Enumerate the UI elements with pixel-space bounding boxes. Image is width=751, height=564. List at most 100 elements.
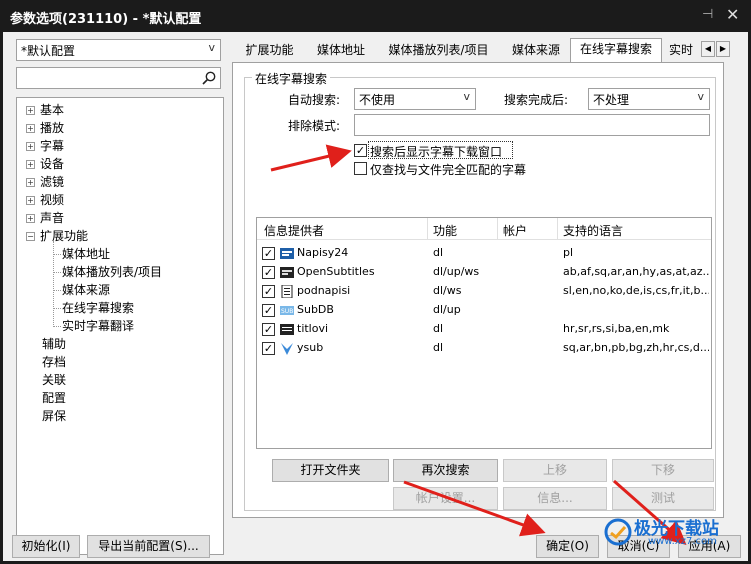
- open-folder-button[interactable]: 打开文件夹: [272, 459, 389, 482]
- auto-search-combo[interactable]: 不使用 v: [354, 88, 476, 110]
- cell-languages: ab,af,sq,ar,an,hy,as,at,az...: [563, 265, 709, 278]
- expand-icon[interactable]: +: [26, 142, 35, 151]
- cell-name: SubDB: [297, 303, 334, 316]
- tree-item[interactable]: + 视频: [26, 191, 64, 209]
- cell-languages: sq,ar,bn,pb,bg,zh,hr,cs,d...: [563, 341, 709, 354]
- tree-item[interactable]: 媒体播放列表/项目: [62, 263, 162, 281]
- tab-scroll-right-icon[interactable]: ▶: [716, 41, 730, 57]
- tab-2[interactable]: 媒体播放列表/项目: [375, 40, 502, 62]
- cell-function: dl: [433, 341, 444, 354]
- auto-search-label: 自动搜索:: [288, 93, 341, 107]
- column-separator: [427, 218, 428, 240]
- profile-combo[interactable]: *默认配置 v: [16, 39, 221, 61]
- column-separator: [557, 218, 558, 240]
- tree-item[interactable]: 存档: [26, 353, 66, 371]
- provider-checkbox[interactable]: ✓: [262, 304, 275, 317]
- tree-item[interactable]: − 扩展功能: [26, 227, 88, 245]
- expand-icon[interactable]: +: [26, 124, 35, 133]
- tree-item-label: 媒体地址: [62, 247, 111, 261]
- column-header-languages[interactable]: 支持的语言: [563, 222, 623, 239]
- tab-scroll-left-icon[interactable]: ◀: [701, 41, 715, 57]
- provider-list[interactable]: 信息提供者 功能 帐户 支持的语言 ✓ Napisy24 dl pl ✓ OpenSubt…: [256, 217, 712, 449]
- table-row[interactable]: ✓ Napisy24 dl pl: [257, 244, 711, 263]
- search-icon[interactable]: [202, 71, 216, 85]
- tab-strip: 实时 在线字幕搜索 媒体来源 媒体播放列表/项目 媒体地址 扩展功能 ◀ ▶: [232, 38, 743, 63]
- exclude-pattern-input[interactable]: [354, 114, 710, 136]
- expand-icon[interactable]: +: [26, 160, 35, 169]
- provider-checkbox[interactable]: ✓: [262, 342, 275, 355]
- pin-icon[interactable]: ⊣: [702, 7, 713, 22]
- tab-0[interactable]: 扩展功能: [232, 40, 307, 62]
- online-subtitle-search-pane: 在线字幕搜索 自动搜索: 不使用 v 搜索完成后: 不处理 v 排除模式: ✓ …: [232, 62, 724, 518]
- move-up-button[interactable]: 上移: [503, 459, 607, 482]
- tree-item[interactable]: 关联: [26, 371, 66, 389]
- tree-item[interactable]: 在线字幕搜索: [62, 299, 134, 317]
- watermark-logo-icon: [604, 518, 632, 546]
- tree-item[interactable]: + 播放: [26, 119, 64, 137]
- cell-languages: hr,sr,rs,si,ba,en,mk: [563, 322, 670, 335]
- tree-item-label: 屏保: [42, 409, 67, 423]
- test-button[interactable]: 测试: [612, 487, 714, 510]
- provider-checkbox[interactable]: ✓: [262, 266, 275, 279]
- expand-icon[interactable]: +: [26, 106, 35, 115]
- after-search-value: 不处理: [593, 93, 630, 107]
- provider-checkbox[interactable]: ✓: [262, 285, 275, 298]
- search-again-button[interactable]: 再次搜索: [393, 459, 498, 482]
- profile-combo-value: *默认配置: [21, 44, 76, 58]
- tree-item[interactable]: + 基本: [26, 101, 64, 119]
- info-button[interactable]: 信息...: [503, 487, 607, 510]
- table-row[interactable]: ✓ titlovi dl hr,sr,rs,si,ba,en,mk: [257, 320, 711, 339]
- title-bar: 参数选项(231110) - *默认配置 ⊣ ✕: [0, 0, 751, 32]
- ok-button[interactable]: 确定(O): [536, 535, 599, 558]
- dialog-body: *默认配置 v + 基本 + 播放 + 字幕 + 设备 + 滤镜 + 视频 + 声音 − 扩展功能 媒体地址 媒体…: [3, 32, 748, 561]
- tree-item[interactable]: 屏保: [26, 407, 66, 425]
- tree-item[interactable]: 配置: [26, 389, 66, 407]
- tree-item[interactable]: + 滤镜: [26, 173, 64, 191]
- account-settings-button[interactable]: 帐户设置...: [393, 487, 498, 510]
- tree-item[interactable]: + 字幕: [26, 137, 64, 155]
- tree-item[interactable]: 辅助: [26, 335, 66, 353]
- show-download-window-label[interactable]: 搜索后显示字幕下载窗口: [370, 143, 502, 160]
- provider-checkbox[interactable]: ✓: [262, 323, 275, 336]
- tab-1[interactable]: 媒体地址: [307, 40, 375, 62]
- table-row[interactable]: ✓ SUB SubDB dl/up: [257, 301, 711, 320]
- tree-item-label: 设备: [40, 157, 65, 171]
- after-search-combo[interactable]: 不处理 v: [588, 88, 710, 110]
- tree-item-label: 媒体来源: [62, 283, 111, 297]
- tree-item-label: 配置: [42, 391, 67, 405]
- export-config-button[interactable]: 导出当前配置(S)...: [87, 535, 210, 558]
- tree-item[interactable]: 实时字幕翻译: [62, 317, 134, 335]
- tab-3[interactable]: 媒体来源: [502, 40, 570, 62]
- table-row[interactable]: ✓ podnapisi dl/ws sl,en,no,ko,de,is,cs,fr,i…: [257, 282, 711, 301]
- tree-item-label: 基本: [40, 103, 65, 117]
- expand-icon[interactable]: +: [26, 214, 35, 223]
- tab-5[interactable]: 实时: [662, 40, 700, 62]
- cell-function: dl: [433, 322, 444, 335]
- chevron-down-icon: v: [697, 90, 704, 103]
- close-icon[interactable]: ✕: [726, 5, 739, 24]
- tab-4[interactable]: 在线字幕搜索: [570, 38, 662, 63]
- column-header-provider[interactable]: 信息提供者: [264, 222, 324, 239]
- column-header-function[interactable]: 功能: [433, 222, 457, 239]
- move-down-button[interactable]: 下移: [612, 459, 714, 482]
- initialize-button[interactable]: 初始化(I): [12, 535, 80, 558]
- exact-match-label[interactable]: 仅查找与文件完全匹配的字幕: [370, 161, 526, 178]
- settings-tree[interactable]: + 基本 + 播放 + 字幕 + 设备 + 滤镜 + 视频 + 声音 − 扩展功能 媒体地址 媒体播放列表/项目媒…: [16, 97, 224, 555]
- expand-icon[interactable]: +: [26, 178, 35, 187]
- collapse-icon[interactable]: −: [26, 232, 35, 241]
- tree-item[interactable]: + 设备: [26, 155, 64, 173]
- opensubtitles-icon: [280, 267, 294, 278]
- column-header-account[interactable]: 帐户: [503, 222, 527, 239]
- table-row[interactable]: ✓ ysub dl sq,ar,bn,pb,bg,zh,hr,cs,d...: [257, 339, 711, 358]
- table-row[interactable]: ✓ OpenSubtitles dl/up/ws ab,af,sq,ar,an,hy,…: [257, 263, 711, 282]
- tree-item-label: 视频: [40, 193, 65, 207]
- tree-item[interactable]: 媒体来源: [62, 281, 110, 299]
- cell-function: dl/ws: [433, 284, 462, 297]
- tree-item[interactable]: 媒体地址: [62, 245, 110, 263]
- show-download-window-checkbox[interactable]: ✓: [354, 144, 367, 157]
- exact-match-checkbox[interactable]: [354, 162, 367, 175]
- tree-search-input[interactable]: [16, 67, 221, 89]
- expand-icon[interactable]: +: [26, 196, 35, 205]
- tree-item[interactable]: + 声音: [26, 209, 64, 227]
- provider-checkbox[interactable]: ✓: [262, 247, 275, 260]
